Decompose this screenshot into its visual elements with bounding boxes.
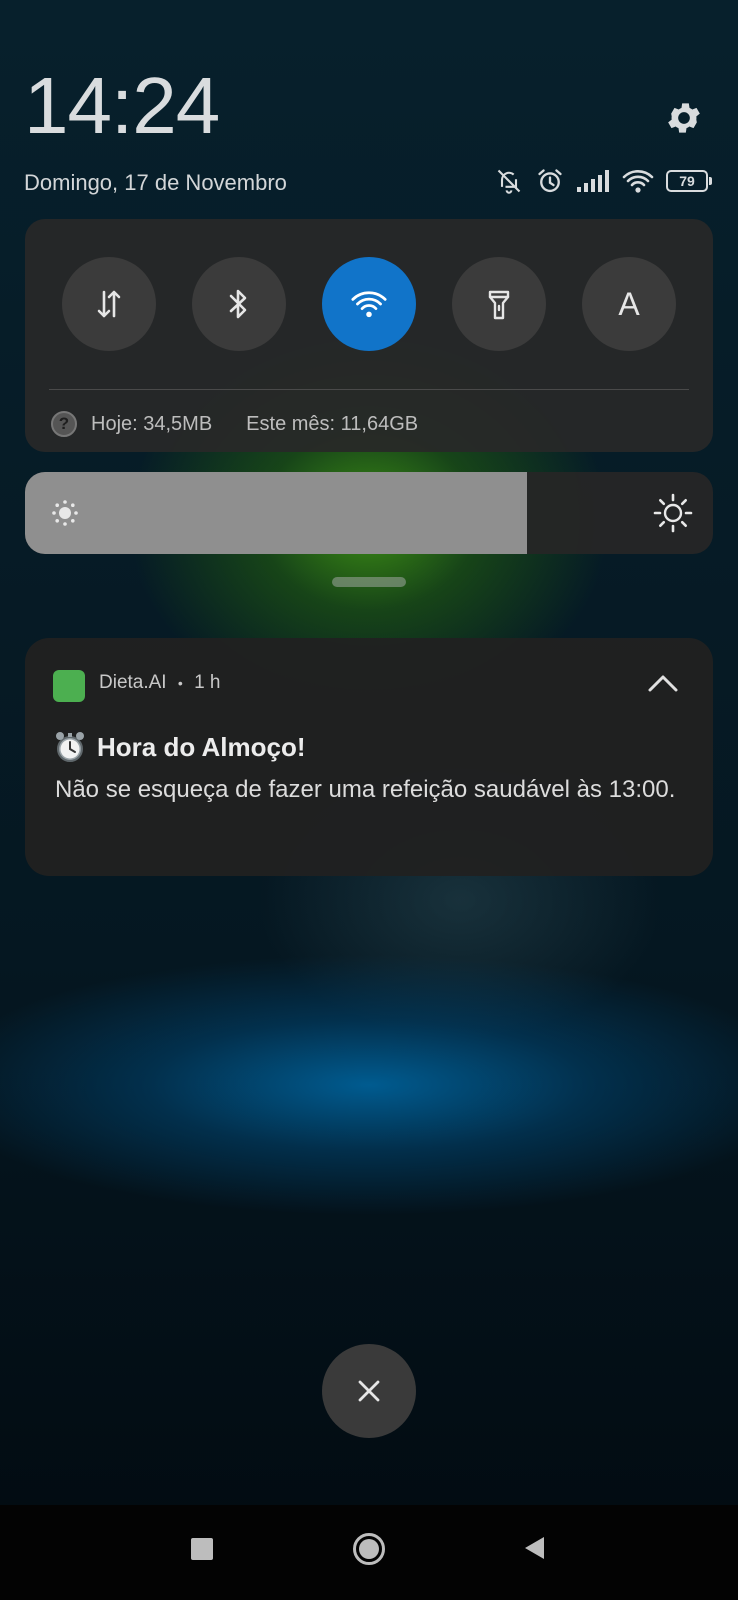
bluetooth-icon (229, 289, 247, 319)
data-usage-today: Hoje: 34,5MB (91, 412, 213, 435)
brightness-low-icon (52, 500, 78, 526)
app-name: Dieta.AI (99, 672, 167, 693)
notifications-muted-icon (497, 169, 521, 194)
wifi-icon (351, 291, 387, 318)
app-icon (53, 670, 85, 702)
brightness-slider[interactable] (25, 472, 713, 554)
home-button[interactable] (351, 1531, 387, 1567)
data-usage-row[interactable]: ? Hoje: 34,5MB Este mês: 11,64GB (51, 409, 418, 439)
wifi-toggle[interactable] (322, 257, 416, 351)
brightness-fill (25, 472, 528, 554)
navigation-bar (0, 1505, 738, 1600)
help-icon: ? (51, 411, 77, 437)
clear-all-button[interactable] (322, 1344, 416, 1438)
notification-time: 1 h (194, 672, 221, 693)
notification-title: Hora do Almoço! (97, 731, 306, 762)
date-label: Domingo, 17 de Novembro (24, 170, 287, 195)
notification-body: Não se esqueça de fazer uma refeição sau… (55, 776, 676, 803)
data-arrows-icon (97, 290, 121, 318)
mobile-data-toggle[interactable] (62, 257, 156, 351)
wifi-status-icon (622, 170, 654, 193)
battery-icon: 79 (666, 170, 712, 192)
signal-icon (577, 170, 609, 192)
divider (49, 389, 689, 390)
bluetooth-toggle[interactable] (192, 257, 286, 351)
clock: 14:24 (24, 61, 220, 150)
panel-drag-handle[interactable] (332, 577, 406, 587)
flashlight-icon (488, 290, 510, 320)
brightness-high-icon (653, 493, 693, 533)
status-bar-icons: 79 (494, 166, 712, 196)
recents-button[interactable] (191, 1538, 213, 1560)
alarm-clock-icon (56, 732, 84, 762)
settings-gear-icon[interactable] (664, 98, 708, 142)
auto-brightness-toggle[interactable]: A (582, 257, 676, 351)
letter-a-icon: A (618, 285, 640, 322)
notification-card[interactable]: Dieta.AI • 1 h Hora do Almoço! Não se es… (25, 638, 713, 876)
quick-settings-panel: A ? Hoje: 34,5MB Este mês: 11,64GB (25, 219, 713, 452)
notification-title-row: Hora do Almoço! (53, 730, 305, 764)
close-icon (358, 1380, 380, 1402)
battery-level: 79 (666, 170, 708, 192)
data-usage-month: Este mês: 11,64GB (246, 412, 419, 435)
meta-separator: • (177, 675, 183, 691)
alarm-icon (538, 169, 562, 193)
notification-header: Dieta.AI • 1 h (99, 672, 220, 694)
back-button[interactable] (522, 1535, 546, 1561)
flashlight-toggle[interactable] (452, 257, 546, 351)
chevron-up-icon[interactable] (647, 672, 679, 694)
